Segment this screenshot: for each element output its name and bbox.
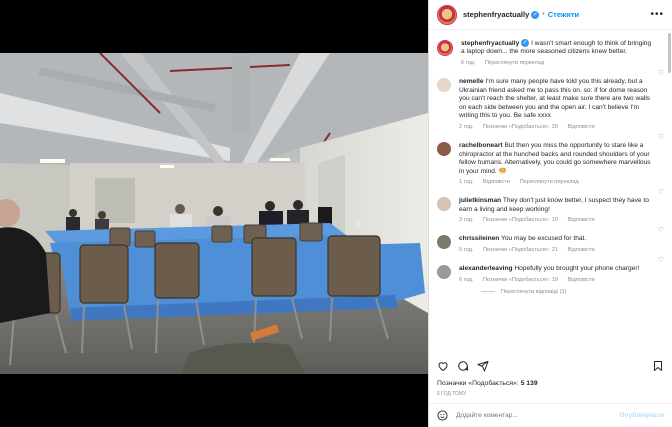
comment-item: rachelboneart But then you miss the oppo… [429,130,672,185]
comment-text: I'm sure many people have told you this … [459,77,651,120]
more-icon[interactable]: ••• [650,9,664,20]
comment-item: chrissileinen You may be excused for tha… [429,223,672,253]
view-replies-link[interactable]: Переглянути відповіді (1) [481,289,672,295]
post-modal: stephenfryactually ✓ • Стежити ••• steph… [0,0,672,427]
commenter-avatar[interactable] [437,77,451,92]
likes-label: Позначки «Подобається»: [437,380,519,387]
caption: stephenfryactually ✓ I wasn't smart enoug… [429,31,672,66]
comment-text: You may be excused for that. [501,235,587,243]
commenter-username[interactable]: nemelle [459,78,484,85]
comment-likes[interactable]: Позначки «Подобається»: 19 [483,277,558,283]
add-comment-bar: Опублікувати [429,403,672,427]
commenter-avatar[interactable] [437,265,451,280]
caption-username[interactable]: stephenfryactually [461,40,519,47]
follow-button[interactable]: Стежити [548,10,579,19]
author-avatar[interactable] [437,4,457,25]
caption-avatar[interactable] [437,40,453,56]
comments-feed: stephenfryactually ✓ I wasn't smart enoug… [429,31,672,351]
heart-icon[interactable]: ♡ [658,256,664,264]
separator-dot: • [542,11,545,18]
verified-icon: ✓ [521,39,530,47]
comment-age: 6 год. [459,276,474,283]
photo-area [0,0,428,427]
comment-text: Hopefully you brought your phone charger… [514,265,640,273]
commenter-avatar[interactable] [437,235,451,250]
heart-icon[interactable] [437,360,449,372]
commenter-avatar[interactable] [437,141,451,156]
commenter-username[interactable]: chrissileinen [459,235,499,242]
post-photo[interactable] [0,53,428,374]
emoji-icon[interactable] [437,410,448,421]
bookmark-icon[interactable] [652,360,664,372]
commenter-username[interactable]: rachelboneart [459,142,503,149]
comment-input[interactable] [456,412,620,419]
comment-item: alexanderleaving Hopefully you brought y… [429,253,672,283]
commenter-avatar[interactable] [437,197,451,212]
heart-icon[interactable]: ♡ [658,69,664,77]
comment-icon[interactable] [457,360,469,372]
likes-count: 5 139 [520,380,538,387]
share-icon[interactable] [477,360,489,372]
heart-icon[interactable]: ♡ [658,133,664,141]
heart-icon[interactable]: ♡ [658,188,664,196]
action-bar [437,360,664,372]
comment-item: nemelle I'm sure many people have told y… [429,66,672,130]
comment-item: julietkinsman They don't just know bette… [429,185,672,223]
author-username[interactable]: stephenfryactually [463,10,529,19]
heart-icon[interactable]: ♡ [658,226,664,234]
post-side-panel: stephenfryactually ✓ • Стежити ••• steph… [428,0,672,427]
post-timestamp: 6 ГОД ТОМУ [437,391,467,397]
post-header: stephenfryactually ✓ • Стежити ••• [429,0,672,30]
reply-link[interactable]: Відповісти [568,277,595,283]
commenter-username[interactable]: alexanderleaving [459,265,513,272]
verified-icon: ✓ [531,10,540,19]
likes-summary[interactable]: Позначки «Подобається»: 5 139 [437,380,538,387]
commenter-username[interactable]: julietkinsman [459,197,501,204]
post-comment-button[interactable]: Опублікувати [619,412,664,419]
shelter-photo [0,53,428,374]
